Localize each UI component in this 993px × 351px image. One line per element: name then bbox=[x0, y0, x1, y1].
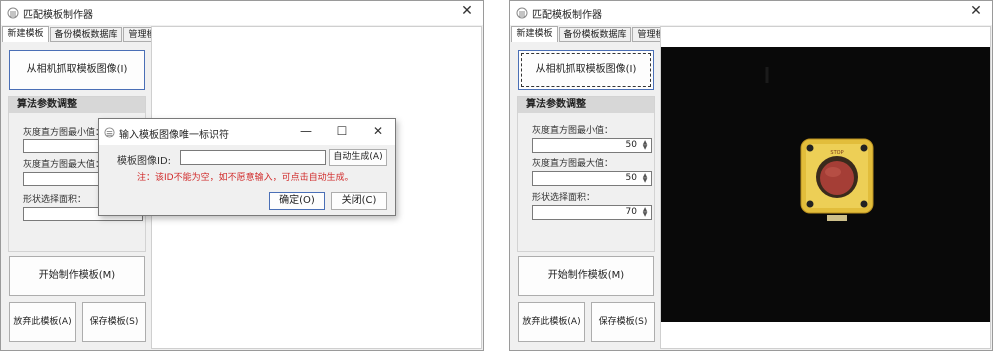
maximize-button[interactable]: ☐ bbox=[335, 124, 349, 138]
start-template-button[interactable]: 开始制作模板(M) bbox=[518, 256, 654, 296]
error-note: 注：该ID不能为空，如不愿意输入，可点击自动生成。 bbox=[137, 173, 354, 183]
group-header: 算法参数调整 bbox=[9, 97, 145, 113]
camera-image: STOP bbox=[661, 47, 990, 322]
shape-area-label: 形状选择面积： bbox=[532, 193, 596, 203]
dialog-title: 输入模板图像唯一标识符 bbox=[119, 130, 229, 141]
title-bar: 匹配模板制作器 ✕ bbox=[1, 1, 483, 25]
discard-template-button[interactable]: 放弃此模板(A) bbox=[518, 302, 585, 342]
left-panel: 从相机抓取模板图像(I) 算法参数调整 灰度直方图最小值： 50 ▲ ▼ 灰度直方… bbox=[511, 42, 658, 349]
id-input-dialog: 输入模板图像唯一标识符 — ☐ ✕ 模板图像ID: 自动生成(A) 注：该ID不… bbox=[98, 118, 396, 216]
spinner-arrows-icon[interactable]: ▲ ▼ bbox=[641, 173, 649, 184]
tab-backup-database[interactable]: 备份模板数据库 bbox=[559, 27, 631, 42]
gray-min-input[interactable]: 50 ▲ ▼ bbox=[532, 138, 652, 153]
app-icon bbox=[104, 127, 115, 138]
save-template-button[interactable]: 保存模板(S) bbox=[82, 302, 146, 342]
app-window-1: 匹配模板制作器 ✕ 新建模板 备份模板数据库 管理模板 从相机抓取模板图像(I)… bbox=[0, 0, 484, 351]
shape-area-value: 70 bbox=[625, 207, 637, 217]
save-template-button[interactable]: 保存模板(S) bbox=[591, 302, 655, 342]
group-header: 算法参数调整 bbox=[518, 97, 654, 113]
window-title: 匹配模板制作器 bbox=[23, 10, 93, 21]
auto-generate-button[interactable]: 自动生成(A) bbox=[329, 149, 387, 166]
capture-template-button[interactable]: 从相机抓取模板图像(I) bbox=[518, 50, 654, 90]
tab-backup-database[interactable]: 备份模板数据库 bbox=[50, 27, 122, 42]
app-window-2: 匹配模板制作器 ✕ 新建模板 备份模板数据库 管理模板 从相机抓取模板图像(I)… bbox=[509, 0, 993, 351]
shape-area-input[interactable]: 70 ▲ ▼ bbox=[532, 205, 652, 220]
app-icon bbox=[7, 7, 19, 19]
minimize-button[interactable]: — bbox=[299, 124, 313, 138]
spinner-arrows-icon[interactable]: ▲ ▼ bbox=[641, 207, 649, 218]
gray-max-value: 50 bbox=[625, 173, 637, 183]
template-id-label: 模板图像ID: bbox=[117, 156, 172, 167]
shape-area-label: 形状选择面积： bbox=[23, 195, 87, 205]
gray-max-input[interactable]: 50 ▲ ▼ bbox=[532, 171, 652, 186]
dialog-close-button[interactable]: ✕ bbox=[371, 124, 385, 138]
discard-template-button[interactable]: 放弃此模板(A) bbox=[9, 302, 76, 342]
close-button[interactable]: 关闭(C) bbox=[331, 192, 387, 210]
dialog-title-bar: 输入模板图像唯一标识符 — ☐ ✕ bbox=[99, 119, 395, 145]
title-bar: 匹配模板制作器 ✕ bbox=[510, 1, 992, 25]
tab-new-template[interactable]: 新建模板 bbox=[511, 26, 558, 43]
image-display: STOP bbox=[660, 26, 991, 349]
gray-min-label: 灰度直方图最小值： bbox=[532, 126, 614, 136]
stop-label: STOP bbox=[830, 150, 843, 156]
window-title: 匹配模板制作器 bbox=[532, 10, 602, 21]
stop-button-image: STOP bbox=[765, 67, 874, 221]
algorithm-params-group: 算法参数调整 灰度直方图最小值： 50 ▲ ▼ 灰度直方图最大值： 50 ▲ ▼ 形… bbox=[517, 96, 655, 252]
tab-new-template[interactable]: 新建模板 bbox=[2, 26, 49, 43]
template-id-input[interactable] bbox=[180, 150, 326, 165]
gray-min-value: 50 bbox=[625, 140, 637, 150]
start-template-button[interactable]: 开始制作模板(M) bbox=[9, 256, 145, 296]
app-icon bbox=[516, 7, 528, 19]
gray-max-label: 灰度直方图最大值： bbox=[532, 159, 614, 169]
gray-min-label: 灰度直方图最小值： bbox=[23, 128, 105, 138]
capture-template-button[interactable]: 从相机抓取模板图像(I) bbox=[9, 50, 145, 90]
spinner-arrows-icon[interactable]: ▲ ▼ bbox=[641, 140, 649, 151]
window-close-button[interactable]: ✕ bbox=[459, 3, 475, 19]
ok-button[interactable]: 确定(O) bbox=[269, 192, 325, 210]
window-close-button[interactable]: ✕ bbox=[968, 3, 984, 19]
gray-max-label: 灰度直方图最大值： bbox=[23, 160, 105, 170]
